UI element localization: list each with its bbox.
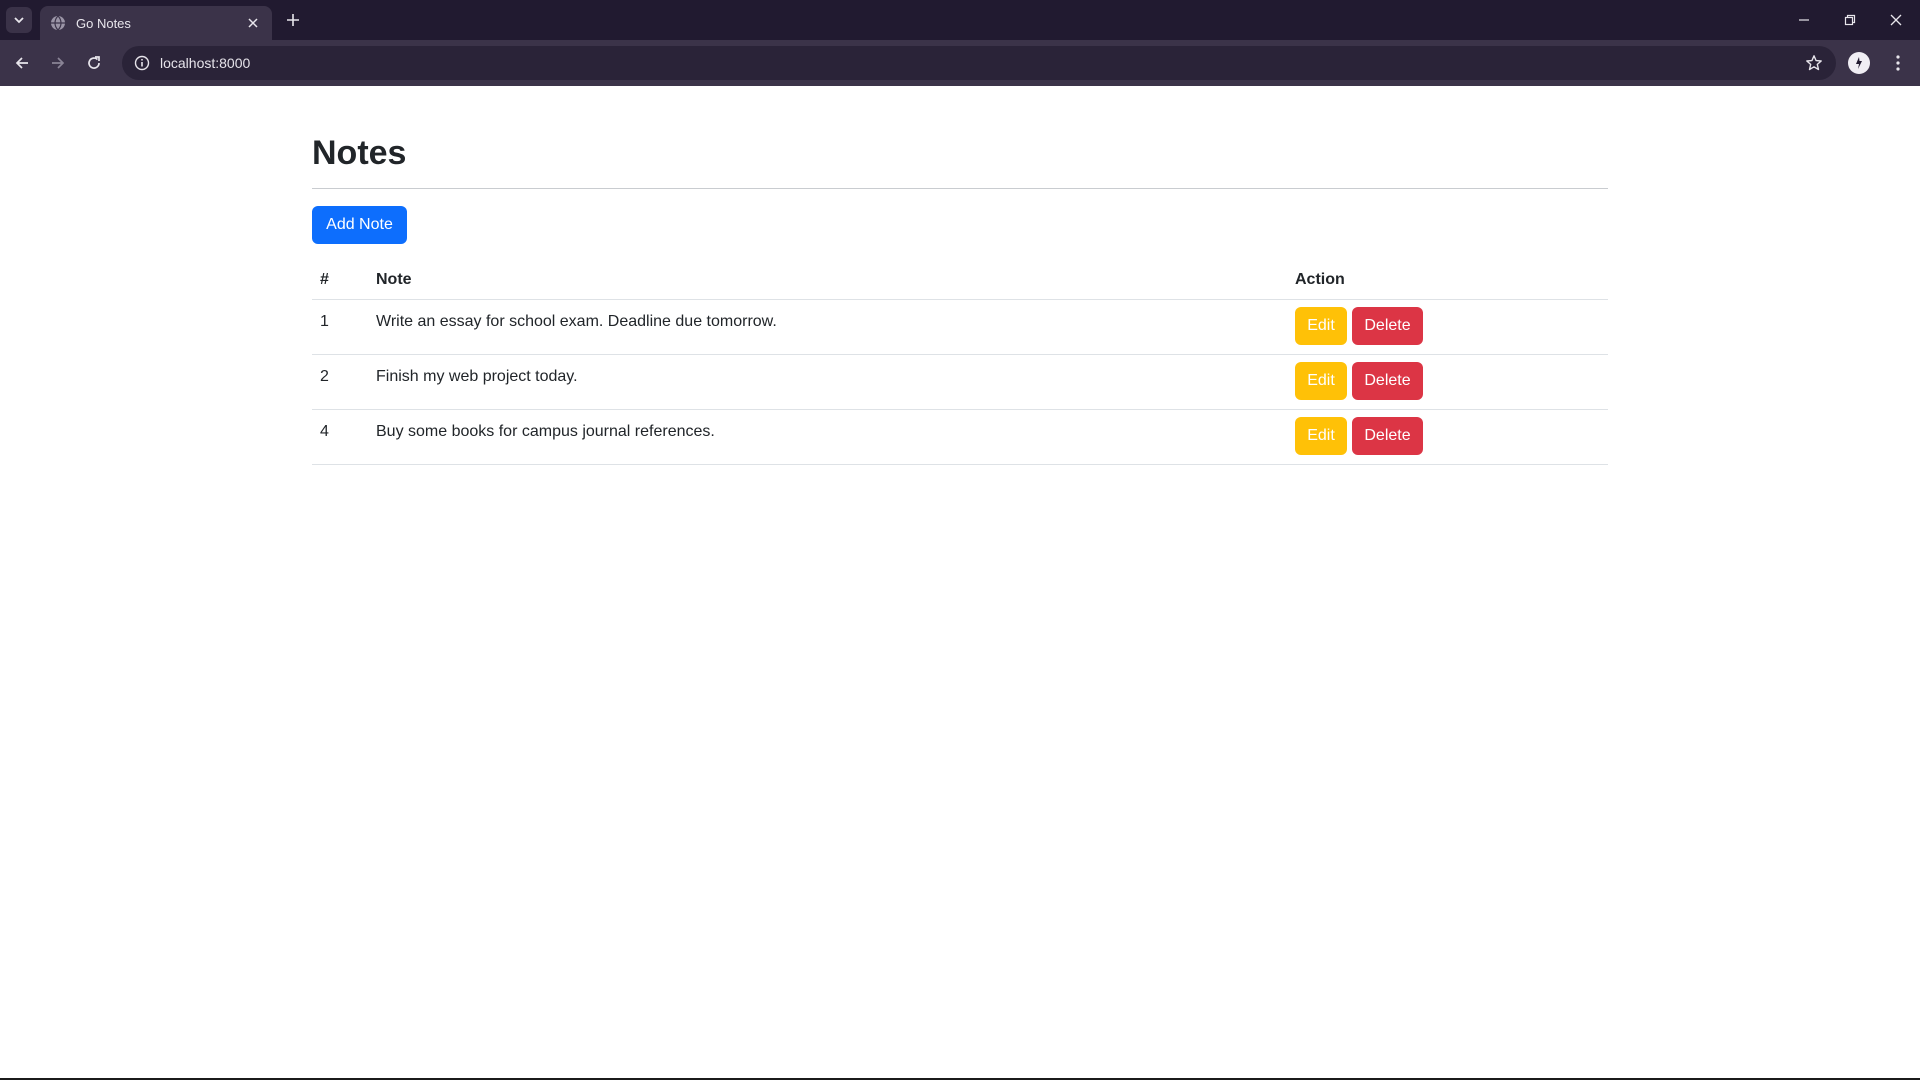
new-tab-button[interactable] <box>281 8 305 32</box>
site-info-icon[interactable] <box>132 53 152 73</box>
tab-list-button[interactable] <box>6 7 32 33</box>
reload-button[interactable] <box>80 49 108 77</box>
header-action: Action <box>1295 271 1345 288</box>
row-note: Buy some books for campus journal refere… <box>376 423 715 440</box>
add-note-button[interactable]: Add Note <box>312 206 407 244</box>
close-icon <box>1890 14 1902 26</box>
row-number: 4 <box>320 423 329 440</box>
page-viewport: Notes Add Note # Note Action 1 Write an … <box>0 86 1920 1078</box>
title-divider <box>312 188 1608 189</box>
restore-icon <box>1844 14 1856 26</box>
row-note: Write an essay for school exam. Deadline… <box>376 313 777 330</box>
header-number: # <box>320 271 329 288</box>
table-row: 1 Write an essay for school exam. Deadli… <box>312 300 1608 355</box>
reload-icon <box>88 56 100 69</box>
back-button[interactable] <box>8 49 36 77</box>
address-bar[interactable]: localhost:8000 <box>122 46 1836 80</box>
forward-button[interactable] <box>44 49 72 77</box>
kebab-menu-icon <box>1896 55 1900 71</box>
notes-table: # Note Action 1 Write an essay for schoo… <box>312 256 1608 465</box>
table-row: 2 Finish my web project today. Edit Dele… <box>312 355 1608 410</box>
page-title: Notes <box>312 134 407 172</box>
browser-menu-button[interactable] <box>1886 50 1910 76</box>
edit-button[interactable]: Edit <box>1295 307 1347 345</box>
row-note: Finish my web project today. <box>376 368 578 385</box>
minimize-button[interactable] <box>1786 6 1822 34</box>
arrow-right-icon <box>52 57 65 69</box>
chevron-down-icon <box>14 17 24 24</box>
globe-icon <box>51 15 65 31</box>
arrow-left-icon <box>15 57 28 69</box>
row-number: 1 <box>320 313 329 330</box>
edit-button[interactable]: Edit <box>1295 362 1347 400</box>
browser-tabstrip: Go Notes <box>0 0 1920 40</box>
tab-title: Go Notes <box>76 15 131 31</box>
profile-icon <box>1856 57 1862 69</box>
delete-button[interactable]: Delete <box>1352 362 1423 400</box>
delete-button[interactable]: Delete <box>1352 417 1423 455</box>
profile-avatar[interactable] <box>1848 52 1870 74</box>
plus-icon <box>287 14 299 26</box>
browser-tab[interactable]: Go Notes <box>40 6 272 40</box>
header-note: Note <box>376 271 412 288</box>
table-row: 4 Buy some books for campus journal refe… <box>312 410 1608 465</box>
close-tab-icon[interactable] <box>244 14 262 32</box>
table-header: # Note Action <box>312 256 1608 300</box>
url-text: localhost:8000 <box>160 55 251 71</box>
browser-toolbar: localhost:8000 <box>0 40 1920 86</box>
close-window-button[interactable] <box>1878 6 1914 34</box>
edit-button[interactable]: Edit <box>1295 417 1347 455</box>
minimize-icon <box>1799 19 1809 21</box>
delete-button[interactable]: Delete <box>1352 307 1423 345</box>
row-number: 2 <box>320 368 329 385</box>
bookmark-star-icon[interactable] <box>1804 53 1824 73</box>
restore-button[interactable] <box>1832 6 1868 34</box>
